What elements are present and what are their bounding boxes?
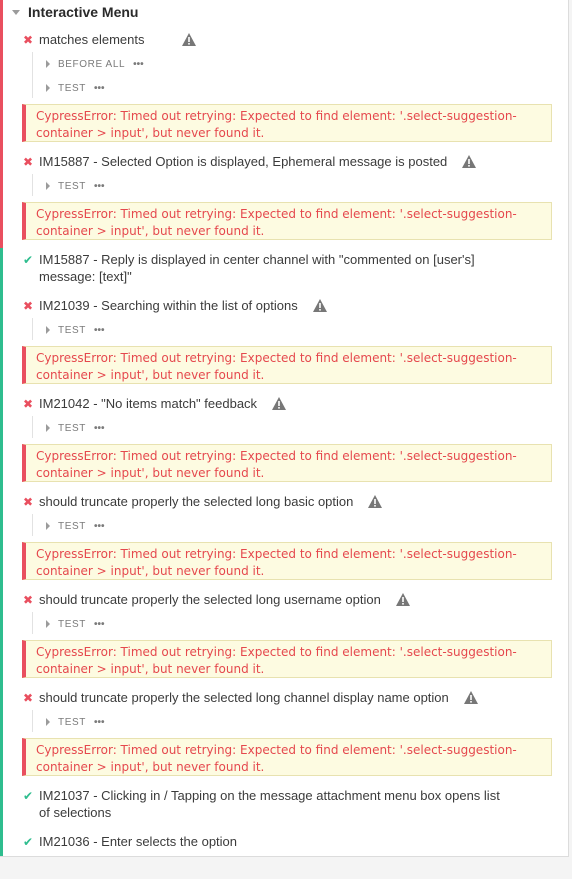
hook-test[interactable]: TEST ••• [0,418,104,438]
warning-triangle-icon [312,299,327,312]
cross-icon: ✖ [22,494,34,509]
caret-right-icon[interactable] [46,182,50,190]
more-icon[interactable]: ••• [94,181,105,192]
hook-before-all[interactable]: BEFORE ALL ••• [0,54,144,74]
hook-label: TEST [58,618,86,630]
command-log-panel: Interactive Menu ✖ matches elements BEFO… [0,0,569,857]
bottom-spacer [0,857,572,879]
hook-label: TEST [58,520,86,532]
hook-label: TEST [58,422,86,434]
test-title: should truncate properly the selected lo… [39,690,449,705]
check-icon: ✔ [22,789,34,803]
hook-test[interactable]: TEST ••• [0,78,104,98]
caret-right-icon[interactable] [46,60,50,68]
more-icon[interactable]: ••• [94,423,105,434]
check-icon: ✔ [22,834,34,849]
more-icon[interactable]: ••• [94,325,105,336]
test-row[interactable]: ✔ IM15887 - Reply is displayed in center… [0,251,529,285]
caret-right-icon[interactable] [46,424,50,432]
warning-triangle-icon [272,397,287,410]
test-row[interactable]: ✖ IM21039 - Searching within the list of… [0,297,328,314]
cross-icon: ✖ [22,396,34,411]
test-title: IM21037 - Clicking in / Tapping on the m… [39,788,500,820]
cross-icon: ✖ [22,592,34,607]
cross-icon: ✖ [22,32,34,47]
caret-right-icon[interactable] [46,522,50,530]
error-message[interactable]: CypressError: Timed out retrying: Expect… [22,640,552,678]
test-title: should truncate properly the selected lo… [39,592,381,607]
check-icon: ✔ [22,253,34,267]
warning-triangle-icon [395,593,410,606]
more-icon[interactable]: ••• [94,521,105,532]
hook-test[interactable]: TEST ••• [0,176,104,196]
test-row[interactable]: ✖ matches elements [0,31,197,48]
test-row[interactable]: ✔ IM21037 - Clicking in / Tapping on the… [0,787,549,821]
hook-label: BEFORE ALL [58,58,126,70]
test-title: matches elements [39,32,145,47]
test-title: IM15887 - Selected Option is displayed, … [39,154,448,169]
more-icon[interactable]: ••• [94,83,105,94]
hook-label: TEST [58,180,86,192]
error-message[interactable]: CypressError: Timed out retrying: Expect… [22,542,552,580]
test-title: IM21039 - Searching within the list of o… [39,298,298,313]
caret-right-icon[interactable] [46,84,50,92]
test-title: IM21042 - "No items match" feedback [39,396,258,411]
caret-right-icon[interactable] [46,326,50,334]
more-icon[interactable]: ••• [94,717,105,728]
suite-header[interactable]: Interactive Menu [0,0,560,24]
more-icon[interactable]: ••• [133,59,144,70]
error-message[interactable]: CypressError: Timed out retrying: Expect… [22,738,552,776]
error-message[interactable]: CypressError: Timed out retrying: Expect… [22,202,552,240]
cross-icon: ✖ [22,154,34,169]
hook-test[interactable]: TEST ••• [0,614,104,634]
suite-title: Interactive Menu [28,4,139,20]
cross-icon: ✖ [22,298,34,313]
test-title: IM15887 - Reply is displayed in center c… [39,252,475,284]
caret-down-icon[interactable] [12,9,20,15]
warning-triangle-icon [462,155,477,168]
test-title: should truncate properly the selected lo… [39,494,354,509]
test-row[interactable]: ✖ should truncate properly the selected … [0,591,411,608]
hook-label: TEST [58,82,86,94]
test-row[interactable]: ✔ IM21036 - Enter selects the option [0,833,237,850]
caret-right-icon[interactable] [46,718,50,726]
hook-label: TEST [58,324,86,336]
more-icon[interactable]: ••• [94,619,105,630]
test-row[interactable]: ✖ IM15887 - Selected Option is displayed… [0,153,477,170]
error-message[interactable]: CypressError: Timed out retrying: Expect… [22,444,552,482]
test-row[interactable]: ✖ should truncate properly the selected … [0,689,479,706]
test-row[interactable]: ✖ IM21042 - "No items match" feedback [0,395,287,412]
error-message[interactable]: CypressError: Timed out retrying: Expect… [22,104,552,142]
hook-label: TEST [58,716,86,728]
test-title: IM21036 - Enter selects the option [39,834,238,849]
cross-icon: ✖ [22,690,34,705]
hook-test[interactable]: TEST ••• [0,320,104,340]
warning-triangle-icon [181,33,196,46]
caret-right-icon[interactable] [46,620,50,628]
hook-test[interactable]: TEST ••• [0,712,104,732]
error-message[interactable]: CypressError: Timed out retrying: Expect… [22,346,552,384]
warning-triangle-icon [463,691,478,704]
warning-triangle-icon [368,495,383,508]
test-row[interactable]: ✖ should truncate properly the selected … [0,493,383,510]
hook-test[interactable]: TEST ••• [0,516,104,536]
